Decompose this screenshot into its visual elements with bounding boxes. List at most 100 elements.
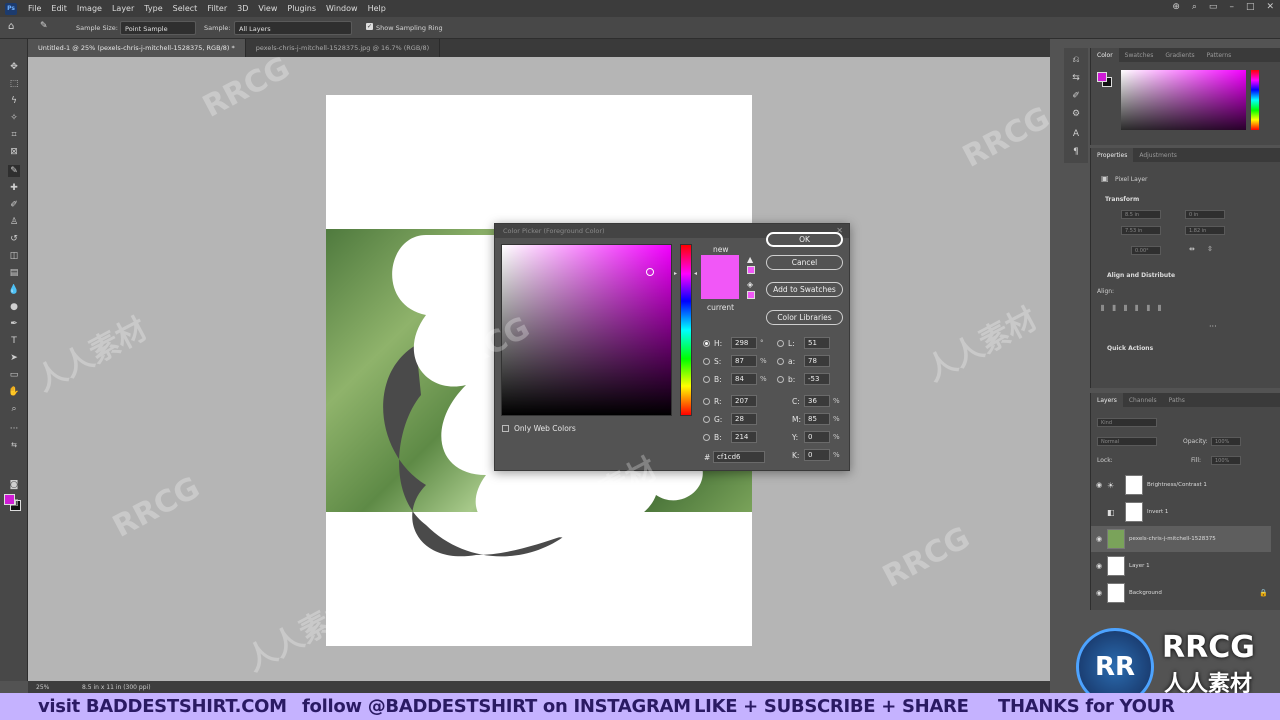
- only-web-colors-checkbox[interactable]: [502, 425, 509, 432]
- hue-slider-right-arrow[interactable]: ◂: [694, 270, 697, 277]
- color-field[interactable]: [501, 244, 672, 416]
- history-panel-icon[interactable]: ⎌: [1070, 54, 1082, 66]
- color-panel-fg-swatch[interactable]: [1097, 72, 1107, 82]
- y-field[interactable]: 1.82 in: [1185, 226, 1225, 235]
- lab-l-radio[interactable]: [777, 340, 784, 347]
- menu-view[interactable]: View: [253, 4, 282, 13]
- maximize-icon[interactable]: □: [1246, 2, 1255, 12]
- flip-horizontal-icon[interactable]: ⇹: [1189, 245, 1195, 253]
- menu-plugins[interactable]: Plugins: [282, 4, 321, 13]
- search-icon[interactable]: ⌕: [1192, 2, 1197, 12]
- lab-b-input[interactable]: -53: [804, 373, 830, 385]
- lasso-tool-icon[interactable]: ϟ: [8, 95, 20, 107]
- blue-input[interactable]: 214: [731, 431, 757, 443]
- blur-tool-icon[interactable]: 💧: [8, 284, 20, 296]
- menu-select[interactable]: Select: [168, 4, 203, 13]
- hue-slider-left-arrow[interactable]: ▸: [674, 270, 677, 277]
- gradient-tool-icon[interactable]: ▤: [8, 267, 20, 279]
- foreground-color-swatch[interactable]: [4, 494, 15, 505]
- web-safe-color-swatch[interactable]: [747, 291, 755, 299]
- lab-a-radio[interactable]: [777, 358, 784, 365]
- frame-tool-icon[interactable]: ⊠: [8, 146, 20, 158]
- healing-brush-icon[interactable]: ✚: [8, 182, 20, 194]
- pen-tool-icon[interactable]: ✒: [8, 318, 20, 330]
- cancel-button[interactable]: Cancel: [766, 255, 843, 270]
- width-field[interactable]: 8.5 in: [1121, 210, 1161, 219]
- tab-color[interactable]: Color: [1091, 48, 1119, 62]
- brightness-radio[interactable]: [703, 376, 710, 383]
- menu-type[interactable]: Type: [139, 4, 167, 13]
- share-icon[interactable]: ⊕: [1172, 2, 1180, 12]
- blend-mode-select[interactable]: Normal: [1097, 437, 1157, 446]
- close-icon[interactable]: ✕: [1266, 2, 1274, 12]
- color-field-marker[interactable]: [646, 268, 654, 276]
- cyan-input[interactable]: 36: [804, 395, 830, 407]
- gamut-color-swatch[interactable]: [747, 266, 755, 274]
- brush-panel-icon[interactable]: ✐: [1070, 90, 1082, 102]
- hue-radio[interactable]: [703, 340, 710, 347]
- red-input[interactable]: 207: [731, 395, 757, 407]
- crop-tool-icon[interactable]: ⌗: [8, 129, 20, 141]
- menu-filter[interactable]: Filter: [202, 4, 232, 13]
- hex-input[interactable]: cf1cd6: [713, 451, 765, 463]
- tab-adjustments[interactable]: Adjustments: [1133, 148, 1183, 162]
- lab-a-input[interactable]: 78: [804, 355, 830, 367]
- tab-swatches[interactable]: Swatches: [1119, 48, 1160, 62]
- marquee-tool-icon[interactable]: ⬚: [8, 78, 20, 90]
- show-sampling-ring-checkbox[interactable]: ✓: [366, 23, 373, 30]
- hand-tool-icon[interactable]: ✋: [8, 386, 20, 398]
- tab-untitled-1[interactable]: Untitled-1 @ 25% (pexels-chris-j-mitchel…: [28, 39, 246, 57]
- current-color-swatch[interactable]: [701, 277, 739, 299]
- green-radio[interactable]: [703, 416, 710, 423]
- dodge-tool-icon[interactable]: ●: [8, 301, 20, 313]
- swap-colors-icon[interactable]: ⇆: [8, 439, 20, 451]
- history-brush-icon[interactable]: ↺: [8, 233, 20, 245]
- lab-l-input[interactable]: 51: [804, 337, 830, 349]
- saturation-input[interactable]: 87: [731, 355, 757, 367]
- height-field[interactable]: 7.53 in: [1121, 226, 1161, 235]
- brush-tool-icon[interactable]: ✐: [8, 199, 20, 211]
- tab-gradients[interactable]: Gradients: [1159, 48, 1200, 62]
- yellow-input[interactable]: 0: [804, 431, 830, 443]
- clone-source-icon[interactable]: ⚙: [1070, 108, 1082, 120]
- add-to-swatches-button[interactable]: Add to Swatches: [766, 282, 843, 297]
- eraser-tool-icon[interactable]: ◫: [8, 250, 20, 262]
- black-input[interactable]: 0: [804, 449, 830, 461]
- color-panel-hue-slider[interactable]: [1251, 70, 1259, 130]
- more-tools-icon[interactable]: ···: [8, 423, 20, 435]
- zoom-tool-icon[interactable]: ⌕: [8, 403, 20, 415]
- layer-row[interactable]: ◉ Layer 1: [1091, 553, 1271, 579]
- move-tool-icon[interactable]: ✥: [8, 61, 20, 73]
- visibility-eye-icon[interactable]: ◉: [1091, 535, 1107, 543]
- rectangle-tool-icon[interactable]: ▭: [8, 369, 20, 381]
- layer-row[interactable]: ◉ pexels-chris-j-mitchell-1528375: [1091, 526, 1271, 552]
- angle-field[interactable]: 0.00°: [1131, 246, 1161, 255]
- tab-properties[interactable]: Properties: [1091, 148, 1134, 162]
- visibility-eye-icon[interactable]: ◉: [1091, 589, 1107, 597]
- color-libraries-button[interactable]: Color Libraries: [766, 310, 843, 325]
- quick-mask-icon[interactable]: ◙: [8, 479, 20, 491]
- lab-b-radio[interactable]: [777, 376, 784, 383]
- eyedropper-icon[interactable]: ✎: [8, 165, 20, 177]
- hue-slider[interactable]: [680, 244, 692, 416]
- menu-help[interactable]: Help: [363, 4, 391, 13]
- x-field[interactable]: 0 in: [1185, 210, 1225, 219]
- more-options-icon[interactable]: ···: [1209, 322, 1217, 331]
- red-radio[interactable]: [703, 398, 710, 405]
- paragraph-panel-icon[interactable]: ¶: [1070, 146, 1082, 158]
- layer-row[interactable]: ◉ Background 🔒: [1091, 580, 1271, 606]
- magenta-input[interactable]: 85: [804, 413, 830, 425]
- menu-file[interactable]: File: [23, 4, 46, 13]
- magic-wand-tool-icon[interactable]: ✧: [8, 112, 20, 124]
- visibility-eye-icon[interactable]: ◉: [1091, 481, 1107, 489]
- brightness-input[interactable]: 84: [731, 373, 757, 385]
- menu-3d[interactable]: 3D: [232, 4, 253, 13]
- menu-layer[interactable]: Layer: [107, 4, 139, 13]
- opacity-field[interactable]: 100%: [1211, 437, 1241, 446]
- out-of-gamut-warning-icon[interactable]: ▲: [747, 255, 753, 264]
- menu-edit[interactable]: Edit: [46, 4, 72, 13]
- sample-select[interactable]: All Layers: [234, 21, 352, 35]
- type-tool-icon[interactable]: T: [8, 335, 20, 347]
- adjust-panel-icon[interactable]: ⇆: [1070, 72, 1082, 84]
- tab-layers[interactable]: Layers: [1091, 393, 1123, 407]
